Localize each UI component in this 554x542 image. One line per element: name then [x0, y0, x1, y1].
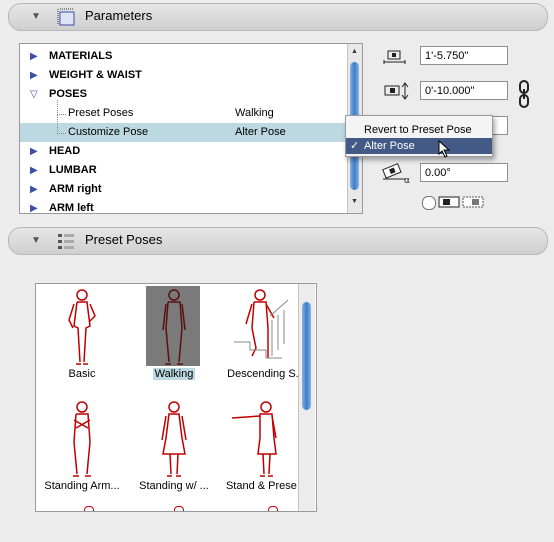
expand-triangle-icon[interactable]: ▶: [30, 142, 38, 161]
checkmark-icon: ✓: [350, 140, 360, 152]
rotation-angle-icon: α: [382, 163, 410, 183]
expand-triangle-icon[interactable]: ▶: [30, 47, 38, 66]
partial-figure-icon: [268, 506, 278, 511]
pose-thumb-standing-w[interactable]: Standing w/ ...: [128, 396, 220, 508]
scroll-thumb[interactable]: [302, 302, 311, 410]
parameters-header[interactable]: ▼ Parameters: [8, 3, 548, 31]
figure-standing-woman-icon: [161, 401, 187, 477]
pose-thumb-standing-arms[interactable]: Standing Arm...: [36, 396, 128, 508]
tree-row-label: MATERIALS: [49, 50, 113, 62]
pose-context-menu[interactable]: Revert to Preset Pose ✓ Alter Pose: [345, 115, 493, 157]
preset-poses-header[interactable]: ▼ Preset Poses: [8, 227, 548, 255]
preset-poses-title: Preset Poses: [85, 232, 163, 247]
tree-connector: [57, 114, 66, 134]
tree-row-label: Preset Poses: [68, 107, 134, 119]
height-icon: [384, 82, 409, 100]
expand-triangle-icon[interactable]: ▶: [30, 161, 38, 180]
partial-figure-icon: [174, 506, 184, 511]
figure-descending-stairs-icon: [234, 289, 289, 359]
mouse-cursor-icon: [438, 140, 451, 158]
menu-item-revert-preset[interactable]: Revert to Preset Pose: [346, 122, 492, 138]
collapse-triangle-icon[interactable]: ▼: [31, 11, 41, 22]
mirror-icon[interactable]: [438, 195, 486, 209]
collapse-triangle-icon[interactable]: ▼: [31, 235, 41, 246]
tree-row-preset-poses[interactable]: Preset Poses Walking: [20, 100, 346, 123]
expand-triangle-icon[interactable]: ▶: [30, 199, 38, 213]
pose-caption: Standing w/ ...: [139, 480, 209, 492]
width-field[interactable]: 1'-5.750": [420, 46, 508, 65]
preset-poses-gallery[interactable]: Basic Walking Descending S... Standing A…: [35, 283, 317, 512]
tree-row-customize-pose[interactable]: Customize Pose Alter Pose: [20, 114, 346, 142]
partial-figure-icon: [84, 506, 94, 511]
collapse-triangle-icon[interactable]: ▽: [30, 85, 38, 104]
expand-triangle-icon[interactable]: ▶: [30, 180, 38, 199]
figure-walking-icon: [162, 289, 186, 365]
tree-row-lumbar[interactable]: ▶ LUMBAR: [20, 161, 346, 180]
tree-row-value[interactable]: Alter Pose: [235, 123, 286, 142]
parameter-tree[interactable]: ▶ MATERIALS ▶ WEIGHT & WAIST ▽ POSES Pre…: [19, 43, 363, 214]
width-icon: [383, 50, 406, 64]
pose-caption: Walking: [152, 368, 196, 380]
tree-connector: [57, 100, 66, 115]
scroll-down-icon[interactable]: ▼: [351, 198, 358, 205]
figure-basic-icon: [68, 289, 96, 365]
pose-caption: Standing Arm...: [44, 480, 120, 492]
angle-field[interactable]: 0.00°: [420, 163, 508, 182]
tree-row-label: LUMBAR: [49, 164, 97, 176]
tree-row-materials[interactable]: ▶ MATERIALS: [20, 47, 346, 66]
figure-arms-crossed-icon: [73, 401, 91, 477]
svg-text:α: α: [404, 176, 410, 183]
tree-row-label: POSES: [49, 88, 87, 100]
expand-triangle-icon[interactable]: ▶: [30, 66, 38, 85]
mirror-radio[interactable]: [422, 196, 436, 210]
chain-link-icon[interactable]: [517, 80, 531, 108]
tree-row-poses[interactable]: ▽ POSES: [20, 85, 346, 104]
pose-thumb-walking[interactable]: Walking: [128, 284, 220, 396]
pose-caption: Basic: [68, 368, 96, 380]
gallery-scrollbar[interactable]: [298, 284, 315, 511]
scroll-up-icon[interactable]: ▲: [351, 48, 358, 55]
tree-row-label: ARM right: [49, 183, 102, 195]
preset-poses-icon: [58, 234, 74, 249]
tree-row-weight-waist[interactable]: ▶ WEIGHT & WAIST: [20, 66, 346, 85]
menu-item-alter-pose[interactable]: ✓ Alter Pose: [346, 138, 492, 154]
tree-row-label: ARM left: [49, 202, 94, 214]
tree-row-label: WEIGHT & WAIST: [49, 69, 142, 81]
height-field[interactable]: 0'-10.000": [420, 81, 508, 100]
pose-thumb-basic[interactable]: Basic: [36, 284, 128, 396]
tree-row-label: HEAD: [49, 145, 81, 157]
parameters-icon: [57, 8, 75, 26]
tree-row-head[interactable]: ▶ HEAD: [20, 142, 346, 161]
parameters-title: Parameters: [85, 8, 153, 23]
tree-row-value[interactable]: Walking: [235, 104, 274, 123]
tree-row-arm-left[interactable]: ▶ ARM left: [20, 199, 346, 214]
tree-row-arm-right[interactable]: ▶ ARM right: [20, 180, 346, 199]
figure-presenting-icon: [231, 401, 277, 477]
tree-row-label: Customize Pose: [68, 126, 149, 138]
